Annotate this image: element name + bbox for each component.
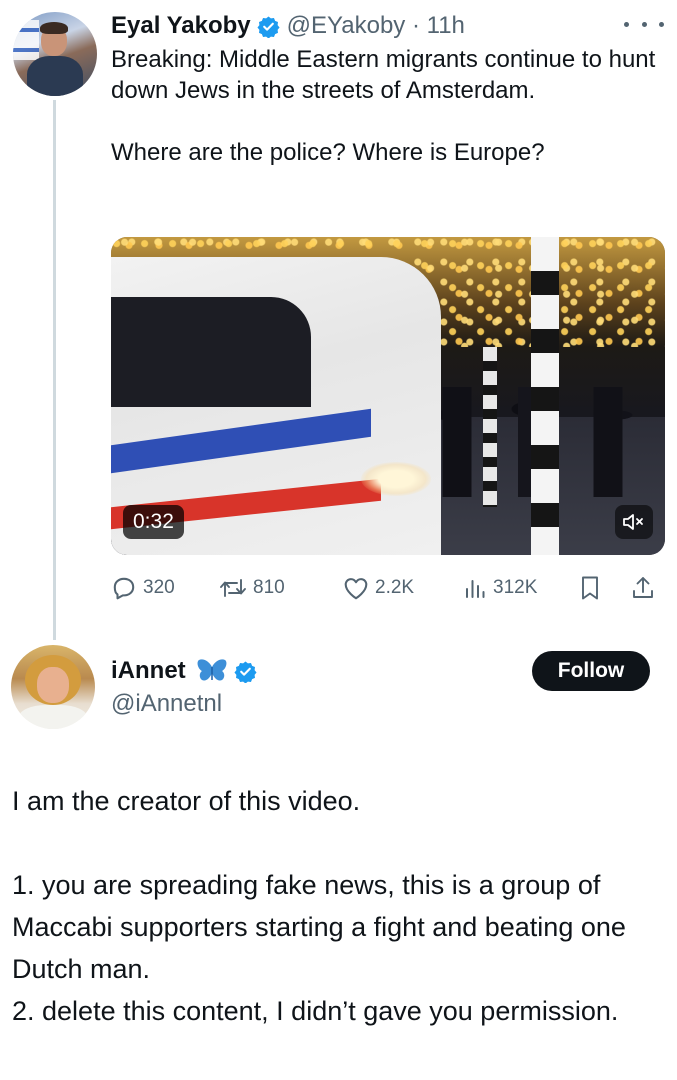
bookmark-icon	[582, 576, 598, 600]
reply-icon	[113, 577, 135, 600]
like-count: 2.2K	[375, 577, 415, 598]
views-count: 312K	[493, 577, 538, 598]
reply-line: I am the creator of this video.	[12, 786, 361, 816]
more-icon[interactable]	[624, 14, 664, 34]
views-button[interactable]: 312K	[463, 568, 537, 608]
tweet-actions: 320 810 2.2K 312K	[111, 568, 667, 608]
views-icon	[466, 580, 485, 598]
tweet-paragraph: Breaking: Middle Eastern migrants contin…	[111, 46, 656, 104]
like-icon	[344, 578, 368, 600]
verified-badge-icon	[257, 15, 280, 38]
follow-button[interactable]: Follow	[532, 651, 650, 691]
reply-user-name-row: iAnnet	[111, 653, 264, 689]
mute-icon	[623, 514, 643, 530]
video-player[interactable]: 0:32	[111, 237, 665, 555]
reply-button[interactable]: 320	[111, 568, 175, 608]
reply-count: 320	[143, 577, 175, 598]
mute-button[interactable]	[615, 505, 653, 539]
repost-button[interactable]: 810	[219, 568, 285, 608]
tweet-paragraph: Where are the police? Where is Europe?	[111, 139, 545, 166]
share-icon	[633, 577, 653, 598]
video-frame-headlight	[361, 462, 431, 496]
repost-count: 810	[253, 577, 285, 598]
reply-point: 1. you are spreading fake news, this is …	[12, 870, 626, 984]
share-button[interactable]	[631, 568, 655, 608]
reply-user-name[interactable]: iAnnet	[111, 657, 186, 685]
reply-user-handle[interactable]: @iAnnetnl	[111, 690, 222, 718]
tweet-text: Breaking: Middle Eastern migrants contin…	[111, 44, 671, 168]
verified-badge-icon	[234, 660, 257, 683]
tweet-header: Eyal Yakoby @EYakoby · 11h	[111, 8, 465, 44]
author-handle[interactable]: @EYakoby	[287, 12, 406, 40]
reply-user-avatar[interactable]	[11, 645, 95, 729]
author-name[interactable]: Eyal Yakoby	[111, 12, 251, 40]
repost-icon	[220, 579, 246, 597]
video-frame-bollard	[483, 347, 497, 507]
thread-line	[53, 100, 56, 640]
meta-separator: ·	[405, 12, 427, 39]
bookmark-button[interactable]	[579, 568, 601, 608]
tweet-time[interactable]: 11h	[427, 12, 465, 40]
author-avatar[interactable]	[13, 12, 97, 96]
video-frame-pole	[531, 237, 559, 555]
like-button[interactable]: 2.2K	[343, 568, 414, 608]
video-duration: 0:32	[123, 505, 184, 539]
butterfly-icon	[197, 659, 227, 681]
reply-point: 2. delete this content, I didn’t gave yo…	[12, 996, 619, 1026]
reply-text: I am the creator of this video. 1. you a…	[12, 780, 662, 1032]
